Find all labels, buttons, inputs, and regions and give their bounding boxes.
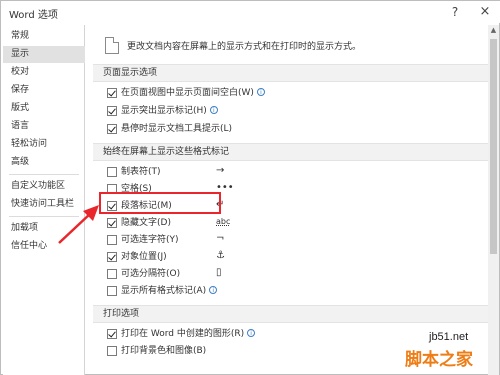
checkbox[interactable]	[107, 218, 117, 228]
scroll-thumb[interactable]	[490, 39, 497, 254]
vertical-scrollbar[interactable]: ▲	[488, 25, 499, 375]
option-label: 可选连字符(Y)	[121, 235, 179, 245]
watermark-url: jb51.net	[429, 331, 469, 343]
word-options-dialog: Word 选项 ? × 常规 显示 校对 保存 版式 语言 轻松访问 高级 自定…	[0, 0, 500, 375]
sidebar-item-display[interactable]: 显示	[3, 46, 85, 63]
optional-break-icon: ▯	[216, 267, 222, 278]
anchor-icon: ⚓	[216, 250, 225, 261]
section-format-marks: 始终在屏幕上显示这些格式标记	[93, 143, 491, 161]
option-label: 在页面视图中显示页面间空白(W)	[121, 88, 254, 98]
option-label: 打印背景色和图像(B)	[121, 346, 207, 356]
sidebar-item-save[interactable]: 保存	[3, 82, 85, 99]
sidebar-item-proofing[interactable]: 校对	[3, 64, 85, 81]
checkbox[interactable]	[107, 329, 117, 339]
info-icon: i	[256, 88, 265, 96]
section-print: 打印选项	[93, 305, 491, 323]
option-label: 对象位置(J)	[121, 252, 167, 262]
checkbox[interactable]	[107, 88, 117, 98]
checkbox[interactable]	[107, 235, 117, 245]
info-icon: i	[247, 329, 256, 337]
option-label: 可选分隔符(O)	[121, 269, 181, 279]
scroll-up-arrow-icon[interactable]: ▲	[488, 25, 499, 36]
options-sidebar: 常规 显示 校对 保存 版式 语言 轻松访问 高级 自定义功能区 快速访问工具栏…	[3, 25, 85, 375]
option-label: 制表符(T)	[121, 167, 161, 177]
checkbox[interactable]	[107, 167, 117, 177]
option-label: 显示所有格式标记(A)	[121, 286, 207, 296]
sidebar-item-language[interactable]: 语言	[3, 118, 85, 135]
optional-hyphen-icon: ¬	[216, 233, 225, 244]
sidebar-divider	[9, 174, 79, 175]
hidden-text-icon: abc	[216, 217, 231, 226]
section-page-display: 页面显示选项	[93, 64, 491, 82]
close-button[interactable]: ×	[471, 3, 499, 21]
checkbox[interactable]	[107, 346, 117, 356]
intro-description: 更改文档内容在屏幕上的显示方式和在打印时的显示方式。	[127, 42, 362, 52]
option-label: 悬停时显示文档工具提示(L)	[121, 124, 233, 134]
sidebar-item-general[interactable]: 常规	[3, 28, 85, 45]
option-label: 显示突出显示标记(H)	[121, 106, 207, 116]
checkbox[interactable]	[107, 252, 117, 262]
help-button[interactable]: ?	[441, 3, 469, 21]
window-title: Word 选项	[9, 10, 58, 21]
option-label: 隐藏文字(D)	[121, 218, 171, 228]
watermark-name: 脚本之家	[405, 350, 473, 370]
info-icon: i	[209, 286, 218, 294]
sidebar-item-customize-ribbon[interactable]: 自定义功能区	[3, 178, 85, 195]
paragraph-marks-highlight-box	[99, 192, 221, 214]
tab-arrow-icon: →	[216, 165, 225, 176]
document-icon	[105, 37, 119, 54]
checkbox[interactable]	[107, 269, 117, 279]
sidebar-item-accessibility[interactable]: 轻松访问	[3, 136, 85, 153]
sidebar-item-advanced[interactable]: 高级	[3, 154, 85, 171]
checkbox[interactable]	[107, 286, 117, 296]
checkbox[interactable]	[107, 106, 117, 116]
option-label: 打印在 Word 中创建的图形(R)	[121, 329, 245, 339]
pointer-arrow-icon	[58, 205, 99, 244]
checkbox[interactable]	[107, 124, 117, 134]
sidebar-item-layout[interactable]: 版式	[3, 100, 85, 117]
title-bar: Word 选项 ? ×	[1, 1, 500, 23]
site-watermark: jb51.net 脚本之家	[399, 331, 499, 375]
info-icon: i	[209, 106, 218, 114]
